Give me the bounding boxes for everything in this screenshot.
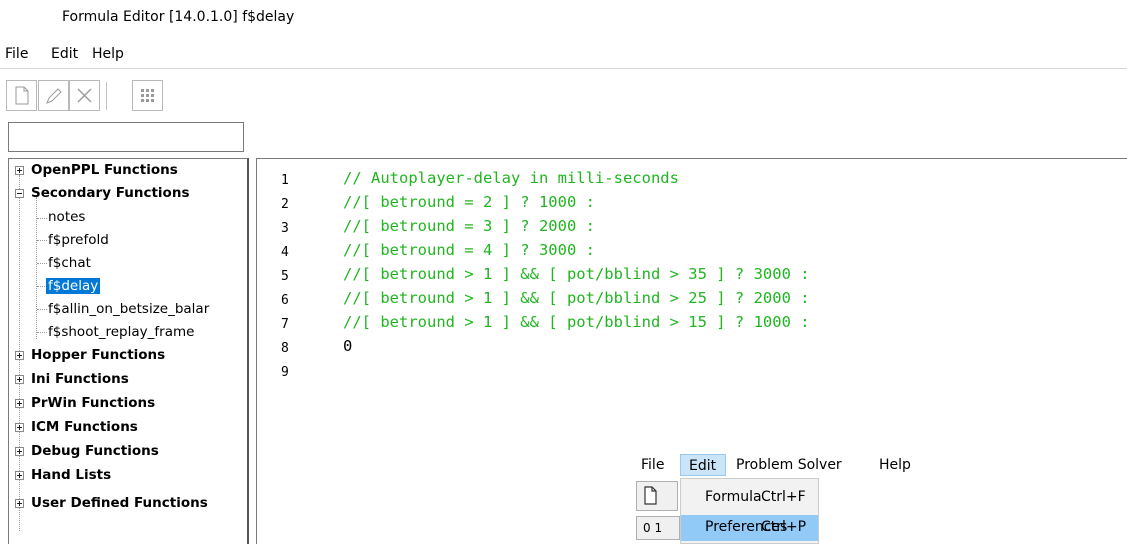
collapse-minus-icon[interactable] — [15, 189, 24, 198]
rename-button[interactable] — [38, 80, 69, 111]
expand-plus-icon[interactable] — [15, 375, 24, 384]
tree-line — [37, 309, 47, 310]
line-number: 3 — [281, 221, 289, 236]
line-number: 4 — [281, 245, 289, 260]
new-document-icon — [644, 486, 657, 505]
grid-icon — [141, 89, 154, 102]
code-line: // Autoplayer-delay in milli-seconds — [343, 169, 679, 187]
code-line: //[ betround = 2 ] ? 1000 : — [343, 193, 595, 211]
code-line: //[ betround > 1 ] && [ pot/bblind > 25 … — [343, 289, 810, 307]
expand-plus-icon[interactable] — [15, 166, 24, 175]
new-button[interactable] — [6, 80, 37, 111]
overlay-menu-problem-solver[interactable]: Problem Solver — [736, 457, 842, 473]
code-line: 0 — [343, 337, 353, 355]
line-number: 2 — [281, 197, 289, 212]
line-number: 8 — [281, 341, 289, 356]
line-number: 5 — [281, 269, 289, 284]
function-tree: OpenPPL Functions Secondary Functions no… — [8, 158, 249, 544]
pencil-icon — [46, 88, 62, 104]
line-number: 6 — [281, 293, 289, 308]
toolbar-separator — [106, 82, 107, 110]
code-line: //[ betround > 1 ] && [ pot/bblind > 15 … — [343, 313, 810, 331]
line-number: 1 — [281, 173, 289, 188]
expand-plus-icon[interactable] — [15, 471, 24, 480]
expand-plus-icon[interactable] — [15, 499, 24, 508]
expand-plus-icon[interactable] — [15, 447, 24, 456]
code-line: //[ betround > 1 ] && [ pot/bblind > 35 … — [343, 265, 810, 283]
line-number: 9 — [281, 365, 289, 380]
tree-line — [37, 332, 47, 333]
menu-edit[interactable]: Edit — [51, 46, 78, 62]
overlay-menu-help[interactable]: Help — [879, 457, 911, 473]
code-line: //[ betround = 4 ] ? 3000 : — [343, 241, 595, 259]
overlay-new-button[interactable] — [636, 481, 678, 511]
delete-button[interactable] — [69, 80, 100, 111]
tree-line — [37, 263, 47, 264]
menu-divider — [0, 68, 1127, 69]
new-document-icon — [15, 86, 29, 105]
window-title: Formula Editor [14.0.1.0] f$delay — [62, 9, 295, 25]
menu-help[interactable]: Help — [92, 46, 124, 62]
menu-file[interactable]: File — [5, 46, 28, 62]
line-number: 7 — [281, 317, 289, 332]
menu-bar: File Edit Help — [0, 46, 1127, 68]
search-input[interactable] — [8, 122, 244, 152]
menu-item-formula[interactable]: Formula Ctrl+F — [681, 485, 818, 511]
expand-plus-icon[interactable] — [15, 399, 24, 408]
expand-plus-icon[interactable] — [15, 423, 24, 432]
overlay-menu-file[interactable]: File — [641, 457, 664, 473]
tree-line — [37, 218, 47, 219]
menu-item-preferences[interactable]: Preferences Ctrl+P — [681, 515, 818, 541]
overlay-row-header: 0 1 — [636, 516, 680, 540]
delete-x-icon — [77, 88, 92, 103]
edit-dropdown-menu: Formula Ctrl+F Preferences Ctrl+P — [680, 478, 819, 544]
code-line: //[ betround = 3 ] ? 2000 : — [343, 217, 595, 235]
tree-line — [37, 240, 47, 241]
grid-button[interactable] — [132, 80, 163, 111]
overlay-menu-edit[interactable]: Edit — [680, 454, 726, 476]
expand-plus-icon[interactable] — [15, 351, 24, 360]
